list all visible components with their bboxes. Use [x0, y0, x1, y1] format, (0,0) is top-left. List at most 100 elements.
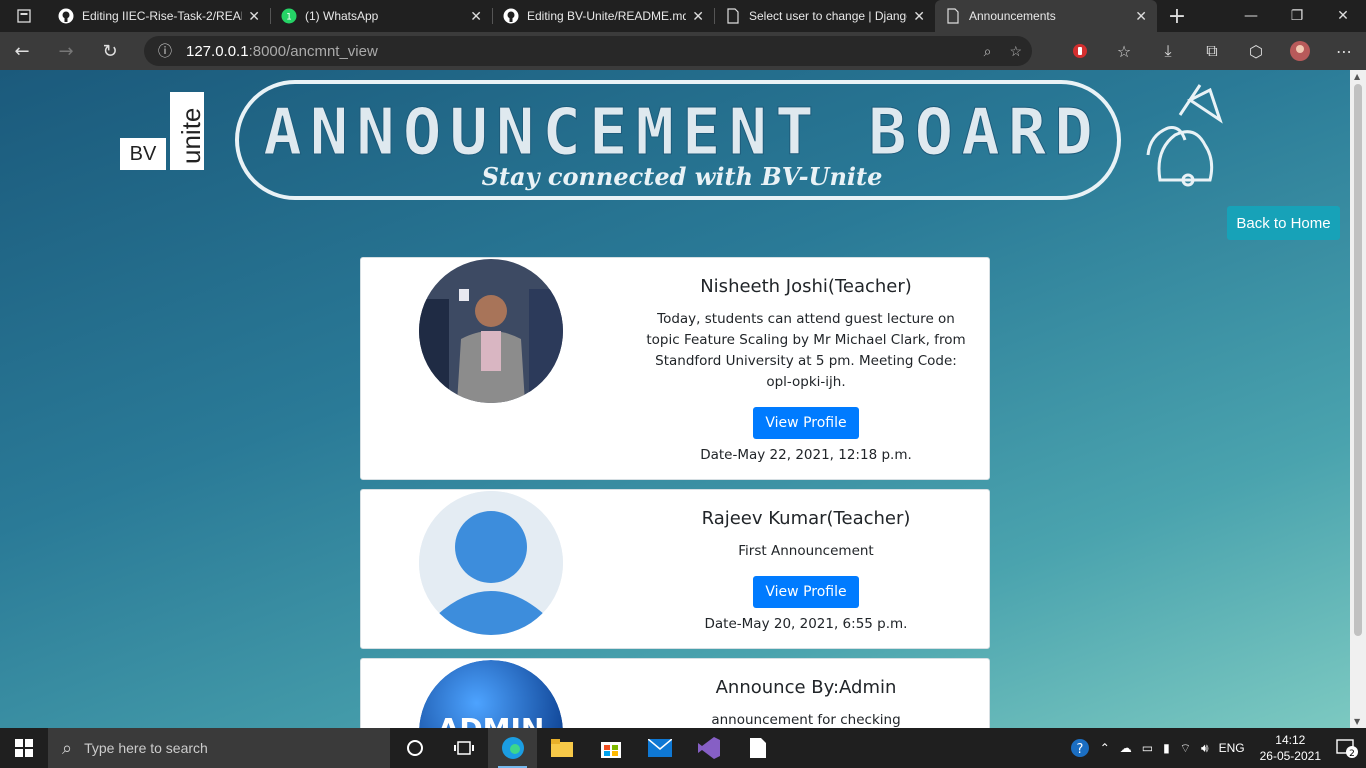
- tab-github-iiec[interactable]: Editing IIEC-Rise-Task-2/README.md ✕: [48, 0, 270, 32]
- tab-announcements[interactable]: Announcements ✕: [935, 0, 1157, 32]
- new-tab-button[interactable]: +: [1157, 0, 1197, 32]
- announcement-message: announcement for checking: [711, 712, 901, 728]
- chevron-up-icon[interactable]: ⌃: [1100, 741, 1110, 755]
- extension-stop-icon[interactable]: [1058, 43, 1102, 59]
- admin-avatar-text: ADMIN: [438, 712, 545, 728]
- page-scrollbar[interactable]: ▲ ▼: [1350, 70, 1366, 728]
- close-tab-icon[interactable]: ✕: [913, 8, 925, 25]
- github-icon: [58, 8, 74, 24]
- github-icon: [503, 8, 519, 24]
- announcement-content: Announce By:Admin announcement for check…: [641, 677, 971, 728]
- announcement-content: Nisheeth Joshi(Teacher) Today, students …: [641, 276, 971, 463]
- device-icon[interactable]: ▭: [1142, 741, 1153, 755]
- svg-text:1: 1: [286, 13, 292, 23]
- settings-more-icon[interactable]: ⋯: [1322, 42, 1366, 61]
- announcement-banner: ANNOUNCEMENT BOARD Stay connected with B…: [235, 80, 1121, 200]
- help-icon[interactable]: ?: [1070, 738, 1090, 758]
- cortana-icon[interactable]: [390, 728, 439, 768]
- bv-unite-logo: BV unite: [120, 92, 206, 172]
- battery-icon[interactable]: ▮: [1163, 741, 1170, 755]
- announcement-message: First Announcement: [738, 543, 874, 559]
- teacher-photo: [419, 259, 563, 403]
- address-bar[interactable]: ⓘ 127.0.0.1:8000/ancmnt_view ⌕ ☆: [144, 36, 1032, 66]
- announcement-card: Rajeev Kumar(Teacher) First Announcement…: [360, 489, 990, 649]
- address-bar-actions: ⌕ ☆: [984, 36, 1022, 66]
- tab-title: (1) WhatsApp: [305, 9, 379, 23]
- close-tab-icon[interactable]: ✕: [470, 8, 482, 25]
- system-tray: ? ⌃ ☁ ▭ ▮ ⌔ 🔊︎ ENG 14:12 26-05-2021 2: [1065, 728, 1366, 768]
- downloads-icon[interactable]: ⤓: [1146, 41, 1190, 61]
- file-explorer-icon[interactable]: [537, 728, 586, 768]
- start-button[interactable]: [0, 728, 48, 768]
- taskbar-search[interactable]: ⌕ Type here to search: [48, 728, 390, 768]
- tab-actions-button[interactable]: [0, 0, 48, 32]
- refresh-icon[interactable]: ↻: [88, 32, 132, 70]
- volume-icon[interactable]: 🔊︎: [1201, 741, 1209, 756]
- url-host: 127.0.0.1: [186, 42, 249, 60]
- add-favorite-icon[interactable]: ☆: [1009, 43, 1022, 60]
- tab-github-bvunite[interactable]: Editing BV-Unite/README.md ✕: [493, 0, 714, 32]
- whatsapp-icon: 1: [281, 8, 297, 24]
- notification-count: 2: [1349, 749, 1355, 758]
- visual-studio-icon[interactable]: [684, 728, 733, 768]
- tab-django-admin[interactable]: Select user to change | Django ✕: [715, 0, 935, 32]
- scroll-up-icon[interactable]: ▲: [1354, 72, 1360, 81]
- forward-arrow-icon[interactable]: →: [44, 32, 88, 70]
- search-placeholder: Type here to search: [84, 740, 208, 756]
- tab-title: Editing IIEC-Rise-Task-2/README.md: [82, 9, 242, 23]
- restore-icon[interactable]: ❐: [1274, 0, 1320, 32]
- admin-avatar-icon: ADMIN: [419, 660, 563, 728]
- language-indicator[interactable]: ENG: [1219, 741, 1245, 755]
- close-tab-icon[interactable]: ✕: [1135, 8, 1147, 25]
- clock-date: 26-05-2021: [1259, 749, 1321, 763]
- search-icon: ⌕: [62, 737, 73, 758]
- page-icon: [725, 8, 741, 24]
- announcement-content: Rajeev Kumar(Teacher) First Announcement…: [641, 508, 971, 632]
- wifi-icon[interactable]: ⌔: [1180, 741, 1191, 756]
- onedrive-icon[interactable]: ☁: [1120, 741, 1132, 755]
- url-path: :8000/ancmnt_view: [248, 42, 378, 60]
- announcer-name: Rajeev Kumar(Teacher): [701, 508, 911, 529]
- announcement-card: ADMIN Announce By:Admin announcement for…: [360, 658, 990, 728]
- logo-bv-text: BV: [120, 138, 166, 170]
- close-tab-icon[interactable]: ✕: [692, 8, 704, 25]
- browser-tab-strip: Editing IIEC-Rise-Task-2/README.md ✕ 1 (…: [0, 0, 1366, 32]
- view-profile-button[interactable]: View Profile: [753, 407, 859, 439]
- announcement-card: Nisheeth Joshi(Teacher) Today, students …: [360, 257, 990, 480]
- collections-icon[interactable]: ⧉: [1190, 41, 1234, 61]
- scroll-down-icon[interactable]: ▼: [1354, 717, 1360, 726]
- close-tab-icon[interactable]: ✕: [248, 8, 260, 25]
- zoom-icon[interactable]: ⌕: [984, 43, 992, 60]
- task-view-icon[interactable]: [439, 728, 488, 768]
- back-arrow-icon[interactable]: ←: [0, 32, 44, 70]
- view-profile-button[interactable]: View Profile: [753, 576, 859, 608]
- edge-browser-icon[interactable]: [488, 728, 537, 768]
- minimize-icon[interactable]: —: [1228, 0, 1274, 32]
- announcement-date: Date-May 20, 2021, 6:55 p.m.: [704, 616, 908, 632]
- tab-title: Select user to change | Django: [749, 9, 908, 23]
- tab-title: Announcements: [969, 9, 1056, 23]
- notepad-icon[interactable]: [733, 728, 782, 768]
- scrollbar-thumb[interactable]: [1354, 84, 1362, 636]
- site-info-icon[interactable]: ⓘ: [158, 41, 172, 61]
- windows-taskbar: ⌕ Type here to search ? ⌃ ☁ ▭ ▮ ⌔ 🔊︎ ENG…: [0, 728, 1366, 768]
- notifications-icon[interactable]: 2: [1336, 738, 1358, 758]
- back-to-home-button[interactable]: Back to Home: [1227, 206, 1340, 240]
- extension-icon[interactable]: ⬡: [1234, 42, 1278, 61]
- microsoft-store-icon[interactable]: [586, 728, 635, 768]
- banner-subtitle: Stay connected with BV-Unite: [481, 162, 883, 191]
- favorites-icon[interactable]: ☆: [1102, 42, 1146, 61]
- banner-title: ANNOUNCEMENT BOARD: [263, 96, 1101, 171]
- mail-icon[interactable]: [635, 728, 684, 768]
- window-controls: — ❐ ✕: [1228, 0, 1366, 32]
- default-avatar-icon: [419, 491, 563, 635]
- tab-whatsapp[interactable]: 1 (1) WhatsApp ✕: [271, 0, 492, 32]
- profile-avatar[interactable]: [1278, 40, 1322, 62]
- svg-text:?: ?: [1076, 742, 1083, 757]
- tab-title: Editing BV-Unite/README.md: [527, 9, 687, 23]
- clock[interactable]: 14:12 26-05-2021: [1260, 732, 1321, 764]
- announcement-message: Today, students can attend guest lecture…: [646, 311, 966, 390]
- announcer-name: Nisheeth Joshi(Teacher): [700, 276, 912, 297]
- toolbar-extensions: ☆ ⤓ ⧉ ⬡ ⋯: [1058, 32, 1366, 70]
- close-window-icon[interactable]: ✕: [1320, 0, 1366, 32]
